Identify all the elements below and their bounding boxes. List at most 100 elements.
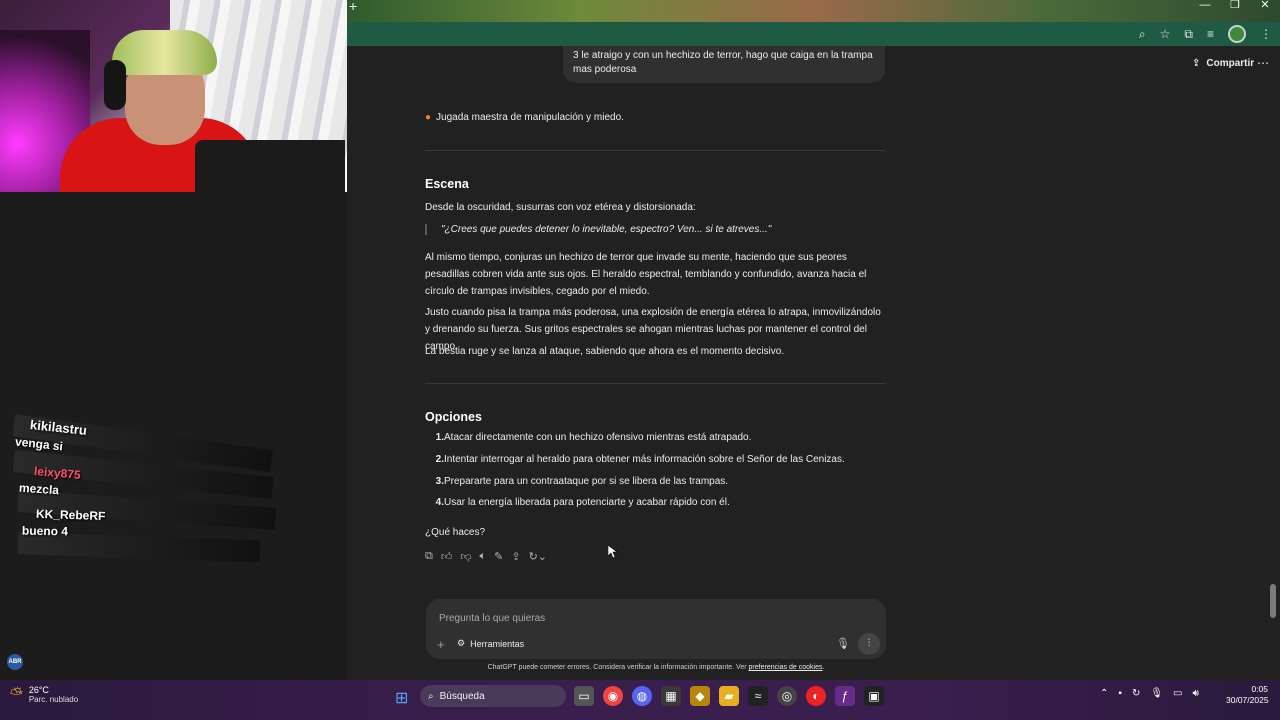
sync-icon[interactable]: ↻ — [1132, 688, 1140, 699]
tools-label: Herramientas — [470, 638, 525, 649]
option-number: 2. — [435, 454, 444, 465]
user-message-text: 3 le atraigo y con un hechizo de terror,… — [573, 50, 873, 75]
highlight-text: Jugada maestra de manipulación y miedo. — [436, 112, 624, 123]
obs-icon[interactable]: ▦ — [661, 686, 681, 706]
network-icon[interactable]: ▭ — [1173, 688, 1182, 699]
copy-icon[interactable]: ⧉ — [425, 550, 433, 563]
scrollbar-thumb[interactable] — [1270, 584, 1276, 618]
close-icon[interactable]: ✕ — [1250, 0, 1280, 12]
chevron-up-icon[interactable]: ⌃ — [1100, 688, 1108, 699]
minimize-icon[interactable]: — — [1190, 0, 1220, 12]
star-icon[interactable]: ☆ — [1160, 27, 1171, 41]
discord-icon[interactable]: ◍ — [632, 686, 652, 706]
browser-app-icon[interactable]: ◎ — [777, 686, 797, 706]
thumbs-down-icon[interactable]: 👎︎ — [460, 550, 471, 563]
voice-mode-button[interactable]: ⫶ — [858, 633, 880, 655]
restore-icon[interactable]: ❐ — [1220, 0, 1250, 12]
windows-taskbar: ⛅︎ 26°C Parc. nublado ⊞ ⌕ Búsqueda ▭ ◉ ◍… — [0, 680, 1280, 720]
composer: + ⚙︎ Herramientas 🎙︎ ⫶ — [426, 599, 886, 659]
regenerate-icon[interactable]: ↻⌄ — [529, 550, 547, 563]
option-number: 1. — [435, 432, 444, 443]
option-item: 2. Intentar interrogar al heraldo para o… — [425, 454, 885, 465]
cookie-preferences-link[interactable]: preferencias de cookies — [749, 664, 823, 671]
option-text: Atacar directamente con un hechizo ofens… — [444, 432, 752, 443]
stream-chat-username: leixy875 — [33, 463, 82, 483]
options-heading: Opciones — [425, 410, 482, 424]
chat-main: ⇪ Compartir ⋯ 3 le atraigo y con un hech… — [347, 46, 1280, 680]
option-number: 3. — [435, 476, 444, 487]
tools-button[interactable]: ⚙︎ Herramientas — [457, 638, 524, 649]
language-badge: ABR — [7, 654, 23, 670]
divider — [425, 383, 885, 384]
toolbar-icons: ⌕ ☆ ⧉ ≡ ⋮ — [1139, 22, 1272, 46]
clock[interactable]: 0:05 30/07/2025 — [1226, 684, 1269, 706]
paragraph: La bestia ruge y se lanza al ataque, sab… — [425, 346, 785, 357]
weather-condition: Parc. nublado — [28, 695, 79, 704]
weather-widget[interactable]: ⛅︎ 26°C Parc. nublado — [10, 685, 78, 704]
search-label: Búsqueda — [439, 690, 485, 702]
weather-icon: ⛅︎ — [10, 685, 23, 703]
game-launcher-icon[interactable]: ◆ — [690, 686, 710, 706]
taskbar-search[interactable]: ⌕ Búsqueda — [420, 685, 566, 707]
file-explorer-icon[interactable]: ▰ — [719, 686, 739, 706]
scene-quote: "¿Crees que puedes detener lo inevitable… — [425, 224, 771, 235]
window-controls: — ❐ ✕ — [1190, 0, 1280, 12]
taskbar-apps: ▭ ◉ ◍ ▦ ◆ ▰ ≈ ◎ ◐ ƒ ▣ — [574, 686, 884, 706]
plus-icon[interactable]: + — [437, 637, 445, 652]
stream-chat-message: mezcla — [18, 480, 60, 498]
paragraph: Al mismo tiempo, conjuras un hechizo de … — [425, 252, 867, 297]
read-aloud-icon[interactable]: 🔈︎ — [480, 550, 487, 563]
disclaimer: ChatGPT puede cometer errores. Considera… — [487, 664, 825, 671]
task-view-icon[interactable]: ▭ — [574, 686, 594, 706]
highlight-line: ● Jugada maestra de manipulación y miedo… — [425, 109, 885, 126]
windows-start-icon[interactable]: ⊞ — [395, 688, 408, 708]
creative-app-icon[interactable]: ◐ — [806, 686, 826, 706]
kebab-icon[interactable]: ⋮ — [1260, 27, 1272, 41]
volume-icon[interactable]: 🔊︎ — [1192, 688, 1198, 699]
browser-toolbar: ⌕ ☆ ⧉ ≡ ⋮ — [347, 22, 1280, 46]
browser-tab-strip — [347, 0, 1280, 22]
sliders-icon: ⚙︎ — [457, 638, 466, 648]
microphone-icon[interactable]: 🎙︎ — [836, 637, 850, 650]
audio-app-icon[interactable]: ≈ — [748, 686, 768, 706]
extensions-icon[interactable]: ⧉ — [1184, 27, 1193, 42]
mic-tray-icon[interactable]: 🎙︎ — [1150, 688, 1163, 699]
share-response-icon[interactable]: ⇪ — [511, 550, 520, 563]
stream-left-pane: kikilastru venga si leixy875 mezcla KK_R… — [0, 192, 347, 680]
thumbs-up-icon[interactable]: 👍︎ — [441, 550, 453, 563]
media-icon[interactable]: ≡ — [1207, 27, 1214, 41]
chrome-icon[interactable]: ◉ — [603, 686, 623, 706]
waveform-icon: ⫶ — [867, 638, 871, 649]
user-message-bubble: 3 le atraigo y con un hechizo de terror,… — [563, 46, 885, 83]
divider — [425, 150, 885, 151]
option-text: Prepararte para un contraataque por si s… — [444, 476, 729, 487]
edit-icon[interactable]: ✎ — [494, 550, 503, 563]
zoom-icon[interactable]: ⌕ — [1139, 27, 1146, 42]
option-item: 4. Usar la energía liberada para potenci… — [425, 497, 885, 508]
profile-avatar[interactable] — [1228, 25, 1246, 43]
more-options-icon[interactable]: ⋯ — [1257, 56, 1269, 70]
stream-chat-message: bueno 4 — [21, 523, 69, 539]
figma-like-icon[interactable]: ƒ — [835, 686, 855, 706]
fire-icon: ● — [425, 112, 432, 123]
scene-intro: Desde la oscuridad, susurras con voz eté… — [425, 202, 696, 213]
weather-temperature: 26°C — [28, 685, 49, 695]
scene-heading: Escena — [425, 177, 469, 191]
clock-date: 30/07/2025 — [1226, 695, 1269, 705]
share-icon: ⇪ — [1192, 58, 1201, 69]
option-item: 1. Atacar directamente con un hechizo of… — [425, 432, 885, 443]
option-number: 4. — [435, 497, 444, 508]
epic-games-icon[interactable]: ▣ — [864, 686, 884, 706]
webcam-person-hair — [112, 30, 217, 75]
webcam-overlay — [0, 0, 347, 192]
search-icon: ⌕ — [428, 690, 434, 702]
webcam-microphone — [195, 140, 345, 192]
share-button[interactable]: ⇪ Compartir — [1192, 58, 1254, 69]
prompt-input[interactable] — [437, 607, 821, 629]
new-tab-icon[interactable]: + — [349, 0, 359, 13]
clock-time: 0:05 — [1251, 684, 1268, 694]
closing-question: ¿Qué haces? — [425, 527, 486, 538]
app-tray-icon[interactable]: ▪ — [1118, 688, 1122, 699]
disclaimer-text: ChatGPT puede cometer errores. Considera… — [487, 664, 747, 671]
option-text: Usar la energía liberada para potenciart… — [444, 497, 730, 508]
